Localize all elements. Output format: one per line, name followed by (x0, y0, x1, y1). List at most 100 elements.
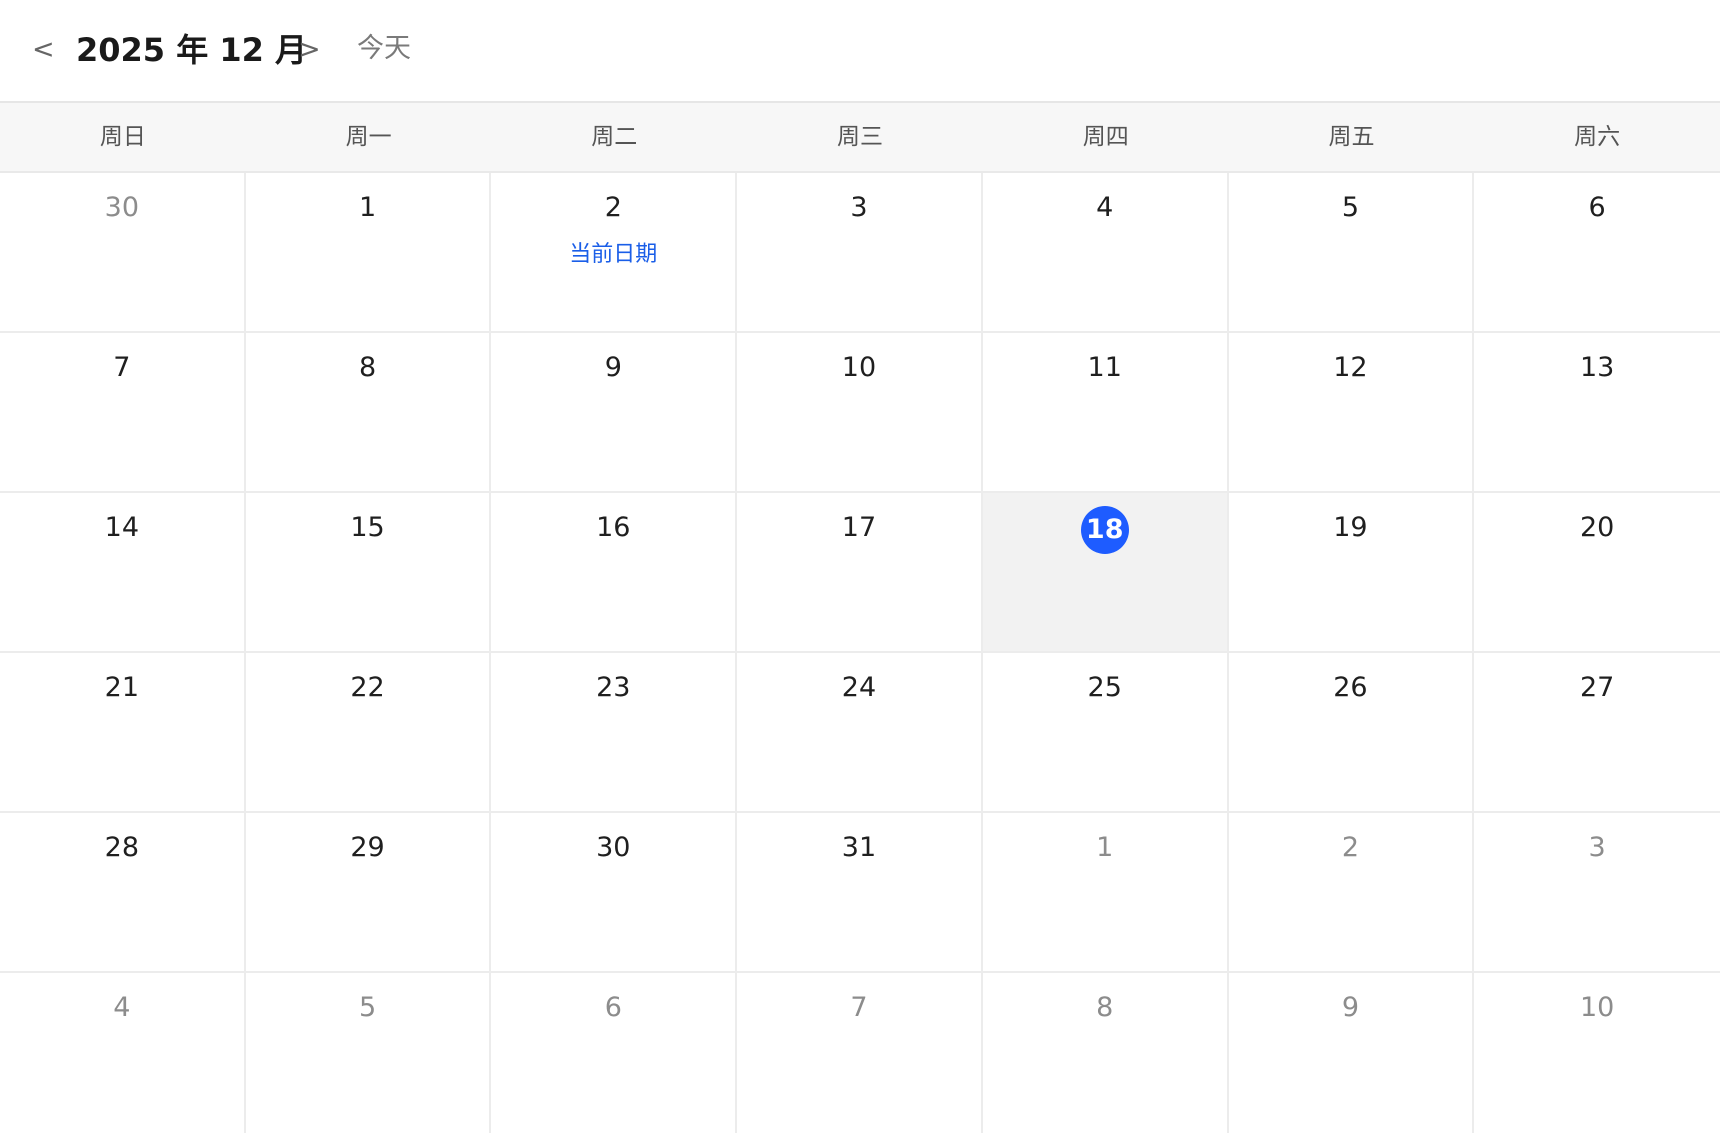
day-number: 9 (1341, 992, 1360, 1023)
day-number: 9 (604, 352, 622, 383)
day-number: 1 (358, 192, 377, 223)
calendar-day-cell[interactable]: 14 (0, 493, 246, 653)
today-button[interactable]: 今天 (357, 29, 411, 69)
calendar-day-cell[interactable]: 4 (982, 173, 1229, 333)
day-number: 2 (604, 192, 622, 223)
day-number: 4 (113, 992, 131, 1023)
calendar-page: < 2025 年 12 月 > 今天 周日 周一 周二 周三 周四 周五 周六 … (0, 0, 1720, 1140)
calendar-day-cell[interactable]: 2 当前日期 (491, 173, 738, 333)
calendar-day-cell[interactable]: 21 (0, 653, 246, 813)
day-number: 5 (358, 992, 377, 1023)
calendar-day-cell[interactable]: 1 (245, 173, 492, 333)
day-number: 25 (1087, 672, 1122, 703)
day-number: 22 (350, 672, 385, 703)
weekday-monday: 周一 (345, 124, 392, 150)
day-number: 5 (1341, 192, 1360, 223)
weekday-wednesday: 周三 (837, 124, 884, 150)
calendar-day-cell[interactable]: 22 (245, 653, 492, 813)
weekday-thursday: 周四 (1082, 124, 1129, 150)
day-number: 20 (1579, 512, 1615, 543)
day-number: 30 (104, 192, 140, 223)
day-number: 13 (1579, 352, 1615, 383)
next-month-button[interactable]: > (298, 30, 321, 70)
calendar-day-cell[interactable]: 17 (737, 493, 983, 653)
weekday-tuesday: 周二 (591, 124, 638, 150)
previous-month-button[interactable]: < (32, 30, 55, 70)
day-number: 21 (104, 672, 140, 703)
calendar-day-cell[interactable]: 26 (1228, 653, 1475, 813)
calendar-day-cell[interactable]: 8 (245, 333, 492, 493)
calendar-day-cell[interactable]: 3 (737, 173, 983, 333)
calendar-day-cell[interactable]: 27 (1474, 653, 1720, 813)
calendar-day-cell[interactable]: 2 (1228, 813, 1475, 973)
day-number: 12 (1333, 352, 1368, 383)
day-number: 26 (1333, 672, 1368, 703)
calendar-day-cell[interactable]: 30 (491, 813, 738, 973)
calendar-day-cell[interactable]: 7 (0, 333, 246, 493)
day-number: 17 (841, 512, 877, 543)
calendar-day-cell[interactable]: 24 (737, 653, 983, 813)
day-number: 19 (1333, 512, 1368, 543)
day-number: 10 (1579, 992, 1615, 1023)
day-number: 29 (350, 832, 385, 863)
day-number: 16 (596, 512, 631, 543)
day-number: 6 (604, 992, 622, 1023)
day-event-label: 当前日期 (569, 242, 658, 267)
calendar-day-cell[interactable]: 13 (1474, 333, 1720, 493)
day-number: 3 (850, 192, 868, 223)
calendar-day-cell[interactable]: 23 (491, 653, 738, 813)
calendar-day-cell[interactable]: 3 (1474, 813, 1720, 973)
weekday-header-row: 周日 周一 周二 周三 周四 周五 周六 (0, 103, 1720, 173)
day-number: 28 (104, 832, 140, 863)
calendar-day-cell[interactable]: 12 (1228, 333, 1475, 493)
calendar-day-cell[interactable]: 25 (982, 653, 1229, 813)
calendar-day-cell[interactable]: 31 (737, 813, 983, 973)
weekday-sunday: 周日 (99, 124, 146, 150)
calendar-day-cell[interactable]: 16 (491, 493, 738, 653)
calendar-day-cell[interactable]: 7 (737, 973, 983, 1133)
day-number: 1 (1096, 832, 1114, 863)
day-number: 7 (113, 352, 131, 383)
calendar-day-cell[interactable]: 5 (1228, 173, 1475, 333)
calendar-day-cell[interactable]: 6 (1474, 173, 1720, 333)
day-number: 3 (1588, 832, 1606, 863)
calendar-day-cell[interactable]: 28 (0, 813, 246, 973)
calendar-day-cell[interactable]: 9 (1228, 973, 1475, 1133)
calendar-day-cell[interactable]: 30 (0, 173, 246, 333)
calendar-header: < 2025 年 12 月 > 今天 (0, 0, 1720, 103)
calendar-day-cell[interactable]: 15 (245, 493, 492, 653)
weekday-saturday: 周六 (1574, 124, 1621, 150)
day-number: 14 (104, 512, 140, 543)
day-number: 30 (596, 832, 631, 863)
calendar-day-cell[interactable]: 20 (1474, 493, 1720, 653)
day-number: 4 (1096, 192, 1114, 223)
selected-day-number: 18 (1080, 506, 1129, 554)
calendar-day-cell[interactable]: 5 (245, 973, 492, 1133)
calendar-day-cell[interactable]: 10 (737, 333, 983, 493)
calendar-grid: 30 1 2 当前日期 3 4 5 6 7 8 9 10 11 12 13 14 15 16 17 18 19 20 21 2… (0, 173, 1720, 1133)
calendar-day-cell[interactable]: 19 (1228, 493, 1475, 653)
calendar-day-cell[interactable]: 4 (0, 973, 246, 1133)
calendar-day-cell[interactable]: 10 (1474, 973, 1720, 1133)
month-title: 2025 年 12 月 (76, 31, 308, 69)
day-number: 6 (1588, 192, 1606, 223)
calendar-day-cell[interactable]: 1 (982, 813, 1229, 973)
calendar-day-cell[interactable]: 29 (245, 813, 492, 973)
day-number: 10 (841, 352, 877, 383)
day-number: 15 (350, 512, 385, 543)
day-number: 8 (358, 352, 377, 383)
calendar-day-cell[interactable]: 8 (982, 973, 1229, 1133)
day-number: 31 (841, 832, 877, 863)
day-number: 8 (1096, 992, 1114, 1023)
day-number: 27 (1579, 672, 1615, 703)
calendar-day-cell[interactable]: 11 (982, 333, 1229, 493)
day-number: 7 (850, 992, 868, 1023)
day-number: 24 (841, 672, 877, 703)
calendar-day-cell[interactable]: 6 (491, 973, 738, 1133)
day-number: 2 (1341, 832, 1360, 863)
weekday-friday: 周五 (1328, 124, 1375, 150)
day-number: 23 (596, 672, 631, 703)
day-number: 11 (1087, 352, 1122, 383)
calendar-day-cell[interactable]: 9 (491, 333, 738, 493)
calendar-day-cell-selected[interactable]: 18 (982, 493, 1229, 653)
